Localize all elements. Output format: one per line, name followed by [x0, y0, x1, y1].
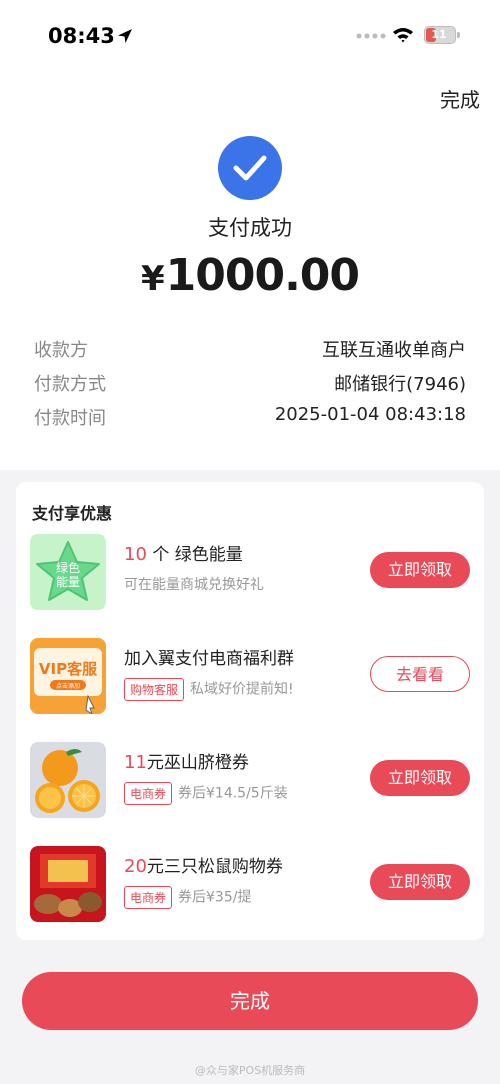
currency-symbol: ¥	[140, 259, 165, 299]
detail-label: 付款方式	[34, 374, 106, 395]
status-bar: 08:43 11	[0, 0, 500, 70]
payment-amount: ¥1000.00	[0, 250, 500, 301]
promo-subtitle: 可在能量商城兑换好礼	[124, 577, 264, 593]
claim-button[interactable]: 立即领取	[370, 864, 470, 900]
svg-text:绿色: 绿色	[56, 560, 80, 575]
promo-number: 20	[124, 856, 147, 877]
navel-orange-image	[30, 742, 106, 818]
promo-name-text: 加入翼支付电商福利群	[124, 649, 294, 669]
svg-text:VIP客服: VIP客服	[39, 660, 98, 678]
promo-tag: 购物客服	[124, 678, 185, 701]
detail-value: 邮储银行(7946)	[334, 374, 466, 395]
promo-name: 10 个 绿色能量	[124, 540, 243, 565]
promo-name-text: 元巫山脐橙券	[146, 753, 249, 773]
vip-badge-icon: VIP客服 点击添加	[30, 638, 106, 714]
promo-name: 20元三只松鼠购物券	[124, 852, 283, 877]
promo-title: 支付享优惠	[32, 504, 113, 523]
snack-gift-icon	[30, 846, 106, 922]
battery-icon: 11	[424, 26, 456, 44]
detail-label: 付款时间	[34, 408, 106, 429]
promo-tag: 电商券	[124, 782, 173, 805]
promo-subtitle: 购物客服 私域好价提前知!	[124, 678, 294, 701]
payment-success-title: 支付成功	[208, 216, 292, 240]
svg-text:点击添加: 点击添加	[56, 682, 80, 690]
promo-name-text: 元三只松鼠购物券	[146, 857, 283, 877]
promo-subtitle-text: 私域好价提前知!	[190, 681, 294, 698]
promo-item-squirrel-coupon: 20元三只松鼠购物券 电商券 券后¥35/提 立即领取	[16, 846, 484, 930]
detail-row-time: 付款时间 2025-01-04 08:43:18	[34, 404, 466, 434]
promo-subtitle: 电商券 券后¥35/提	[124, 886, 251, 909]
claim-button[interactable]: 立即领取	[370, 552, 470, 588]
amount-value: 1000.00	[165, 250, 360, 301]
location-arrow-icon	[118, 29, 132, 43]
claim-button[interactable]: 立即领取	[370, 760, 470, 796]
promo-item-orange-coupon: 11元巫山脐橙券 电商券 券后¥14.5/5斤装 立即领取	[16, 742, 484, 826]
view-button[interactable]: 去看看	[370, 656, 470, 692]
watermark: @众与家POS机服务商	[194, 1064, 306, 1077]
cellular-signal-icon	[356, 33, 386, 39]
promo-item-green-energy: 绿色 能量 10 个 绿色能量 可在能量商城兑换好礼 立即领取	[16, 534, 484, 618]
promo-tag: 电商券	[124, 886, 173, 909]
detail-value: 互联互通收单商户	[322, 340, 466, 361]
promo-number: 10	[124, 544, 147, 565]
promo-card: 支付享优惠 绿色 能量 10 个 绿色能量 可在能量商城兑换好礼 立即领取 VI…	[16, 482, 484, 940]
detail-row-method: 付款方式 邮储银行(7946)	[34, 370, 466, 400]
promo-subtitle: 电商券 券后¥14.5/5斤装	[124, 782, 288, 805]
promo-item-vip-group: VIP客服 点击添加 加入翼支付电商福利群 购物客服 私域好价提前知! 去看看	[16, 638, 484, 722]
green-energy-image: 绿色 能量	[30, 534, 106, 610]
success-check-icon	[218, 136, 282, 200]
header-done-button[interactable]: 完成	[440, 84, 480, 113]
detail-label: 收款方	[34, 340, 88, 361]
detail-row-payee: 收款方 互联互通收单商户	[34, 336, 466, 366]
orange-fruit-icon	[30, 742, 106, 818]
star-badge-icon: 绿色 能量	[30, 534, 106, 610]
svg-text:能量: 能量	[56, 575, 80, 589]
battery-cap	[457, 32, 460, 38]
wifi-icon	[393, 28, 413, 43]
promo-subtitle-text: 券后¥35/提	[178, 889, 252, 906]
promo-number: 11	[124, 752, 147, 773]
promo-subtitle-text: 券后¥14.5/5斤装	[178, 785, 288, 802]
snack-box-image	[30, 846, 106, 922]
battery-level: 11	[431, 28, 447, 41]
detail-value: 2025-01-04 08:43:18	[274, 404, 466, 425]
done-button[interactable]: 完成	[22, 972, 478, 1030]
status-time: 08:43	[48, 24, 115, 48]
vip-service-image: VIP客服 点击添加	[30, 638, 106, 714]
promo-name: 11元巫山脐橙券	[124, 748, 249, 773]
promo-name-text: 个 绿色能量	[152, 545, 243, 565]
